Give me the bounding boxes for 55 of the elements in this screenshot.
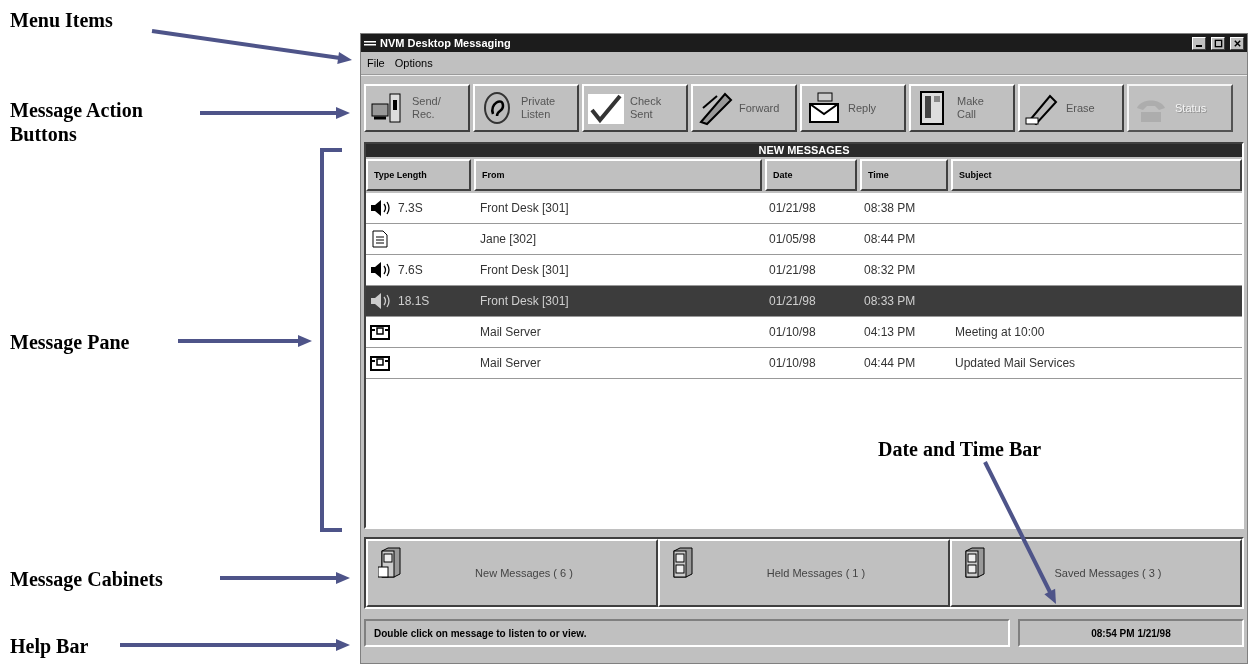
column-header[interactable]: Subject xyxy=(951,159,1242,191)
message-row[interactable]: Mail Server 01/10/98 04:44 PM Updated Mail Services xyxy=(366,348,1242,379)
sender-cell: Front Desk [301] xyxy=(480,201,569,215)
column-header[interactable]: Date xyxy=(765,159,857,191)
date-cell: 01/21/98 xyxy=(769,263,816,277)
cabinet-button[interactable]: Saved Messages ( 3 ) xyxy=(950,539,1242,607)
callout-label: Message Pane xyxy=(10,330,131,354)
time-cell: 04:13 PM xyxy=(864,325,916,339)
time-cell: 08:38 PM xyxy=(864,201,916,215)
sender-cell: Front Desk [301] xyxy=(480,294,569,308)
callout-label: Message Action Buttons xyxy=(10,98,144,146)
time-cell: 08:33 PM xyxy=(864,294,916,308)
toolbar-button[interactable]: Send/ Rec. xyxy=(364,84,470,132)
message-row[interactable]: Mail Server 01/10/98 04:13 PM Meeting at 10:00 xyxy=(366,317,1242,348)
column-header[interactable]: Type Length xyxy=(366,159,471,191)
help-bar: Double click on message to listen to or view. xyxy=(364,619,1010,647)
column-header[interactable]: Time xyxy=(860,159,948,191)
callout-label: Menu Items xyxy=(10,8,114,32)
window-title: NVM Desktop Messaging xyxy=(380,37,511,49)
message-row[interactable]: 7.3S Front Desk [301] 01/21/98 08:38 PM xyxy=(366,193,1242,224)
column-header[interactable]: From xyxy=(474,159,762,191)
time-cell: 08:32 PM xyxy=(864,263,916,277)
date-cell: 01/10/98 xyxy=(769,356,816,370)
message-row[interactable]: 18.1S Front Desk [301] 01/21/98 08:33 PM xyxy=(366,286,1242,317)
length-cell: 7.3S xyxy=(398,201,423,215)
length-cell: 7.6S xyxy=(398,263,423,277)
callout-label: Message Cabinets xyxy=(10,567,164,591)
date-cell: 01/21/98 xyxy=(769,201,816,215)
date-time-bar: 08:54 PM 1/21/98 xyxy=(1018,619,1244,647)
date-cell: 01/10/98 xyxy=(769,325,816,339)
callout-label: Help Bar xyxy=(10,634,90,658)
time-cell: 04:44 PM xyxy=(864,356,916,370)
toolbar-button[interactable]: Reply xyxy=(800,84,906,132)
toolbar-button[interactable]: Check Sent xyxy=(582,84,688,132)
date-cell: 01/21/98 xyxy=(769,294,816,308)
menu-item[interactable]: File xyxy=(367,57,385,69)
menu-item[interactable]: Options xyxy=(394,57,433,69)
sender-cell: Front Desk [301] xyxy=(480,263,569,277)
subject-cell: Updated Mail Services xyxy=(955,356,1076,370)
toolbar-button[interactable]: Private Listen xyxy=(473,84,579,132)
toolbar-button[interactable]: Erase xyxy=(1018,84,1124,132)
sender-cell: Mail Server xyxy=(480,325,541,339)
date-cell: 01/05/98 xyxy=(769,232,816,246)
cabinet-button[interactable]: Held Messages ( 1 ) xyxy=(658,539,950,607)
toolbar-button[interactable]: Forward xyxy=(691,84,797,132)
sender-cell: Jane [302] xyxy=(480,232,537,246)
callout-label: Date and Time Bar xyxy=(878,437,1043,461)
subject-cell: Meeting at 10:00 xyxy=(955,325,1045,339)
sender-cell: Mail Server xyxy=(480,356,541,370)
toolbar-button[interactable]: Make Call xyxy=(909,84,1015,132)
length-cell: 18.1S xyxy=(398,294,430,308)
time-cell: 08:44 PM xyxy=(864,232,916,246)
cabinet-button[interactable]: New Messages ( 6 ) xyxy=(366,539,658,607)
pane-title: NEW MESSAGES xyxy=(366,144,1242,157)
message-row[interactable]: Jane [302] 01/05/98 08:44 PM xyxy=(366,224,1242,255)
